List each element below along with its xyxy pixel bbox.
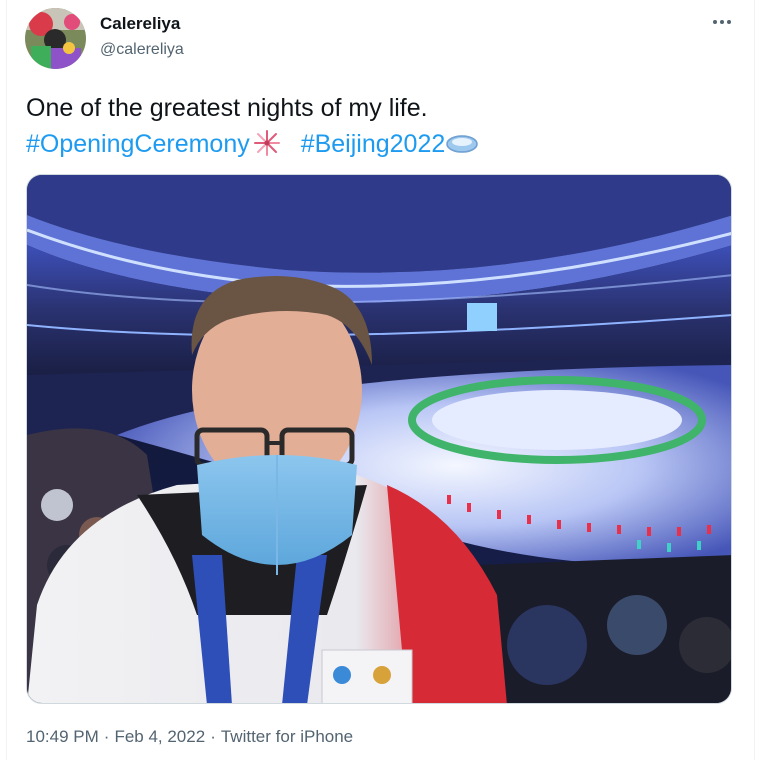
separator: · [210,727,216,746]
tweet-time[interactable]: 10:49 PM [26,727,99,746]
display-name[interactable]: Calereliya [100,14,180,34]
right-border [754,0,755,760]
tweet-hashtag-line: #OpeningCeremony #Beijing2022 [26,126,736,162]
tweet-card: Calereliya @calereliya One of the greate… [0,0,759,760]
fireworks-icon [250,128,284,158]
more-horizontal-icon [720,20,724,24]
tweet-text-line: One of the greatest nights of my life. [26,94,428,122]
tweet-source[interactable]: Twitter for iPhone [221,727,353,746]
user-handle[interactable]: @calereliya [100,41,184,59]
tweet-photo[interactable] [26,174,732,704]
tweet-date[interactable]: Feb 4, 2022 [114,727,205,746]
hashtag-beijing2022[interactable]: #Beijing2022 [301,130,446,158]
tweet-text: One of the greatest nights of my life. #… [26,90,736,162]
avatar[interactable] [25,8,86,69]
tweet-metadata: 10:49 PM · Feb 4, 2022 · Twitter for iPhone [26,727,353,747]
separator: · [103,727,110,746]
more-horizontal-icon [727,20,731,24]
hashtag-opening-ceremony[interactable]: #OpeningCeremony [26,130,250,158]
left-border [6,0,7,760]
more-options-button[interactable] [709,12,735,32]
more-horizontal-icon [713,20,717,24]
stadium-selfie-photo [27,175,731,703]
beijing-2022-hashflag-icon [445,128,479,158]
